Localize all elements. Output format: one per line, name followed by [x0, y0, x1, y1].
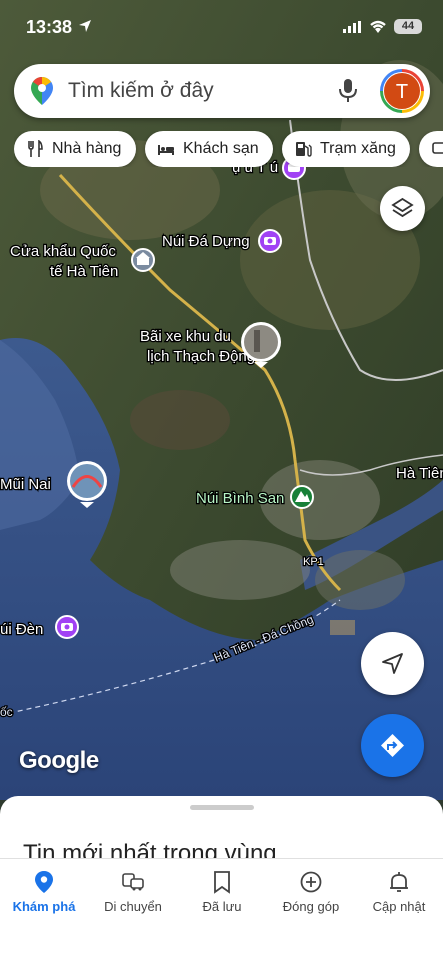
tab-label: Di chuyển — [104, 899, 162, 914]
park-marker-binh-san[interactable] — [290, 485, 314, 509]
search-bar[interactable]: Tìm kiếm ở đây T — [14, 64, 430, 118]
tab-commute[interactable]: Di chuyển — [89, 859, 177, 919]
status-bar: 13:38 44 — [0, 0, 443, 56]
my-location-button[interactable] — [361, 632, 424, 695]
tab-label: Đóng góp — [282, 899, 340, 914]
directions-button[interactable] — [361, 714, 424, 777]
map-label-bai-xe-2[interactable]: lịch Thạch Động — [146, 347, 257, 367]
map-label-cua-khau-1[interactable]: Cửa khẩu Quốc — [9, 242, 118, 262]
map-label-nui-binh-san[interactable]: Núi Bình San — [195, 489, 286, 509]
location-arrow-icon — [79, 20, 91, 32]
status-time: 13:38 — [26, 17, 73, 37]
hotel-icon — [158, 145, 174, 155]
account-avatar[interactable]: T — [380, 69, 424, 113]
chip-restaurants[interactable]: Nhà hàng — [14, 131, 136, 167]
cellular-signal-icon — [343, 21, 361, 33]
tab-explore[interactable]: Khám phá — [0, 859, 88, 919]
wifi-icon — [370, 20, 386, 33]
tab-label: Khám phá — [12, 899, 76, 914]
layers-button[interactable] — [380, 186, 425, 231]
tab-contribute[interactable]: Đóng góp — [267, 859, 355, 919]
map-label-cua-khau-2[interactable]: tế Hà Tiên — [49, 262, 120, 282]
chip-label: Khách sạn — [183, 140, 259, 157]
bottom-navigation: Khám phá Di chuyển Đã lưu Đóng góp Cập n… — [0, 858, 443, 960]
search-input[interactable]: Tìm kiếm ở đây — [68, 79, 214, 103]
gas-station-icon — [296, 142, 312, 157]
chip-more[interactable] — [419, 131, 443, 167]
explore-pin-icon — [35, 871, 53, 893]
add-circle-icon — [300, 871, 322, 893]
restaurant-icon — [28, 140, 43, 157]
bookmark-icon — [214, 871, 230, 894]
map-label-bai-xe-1[interactable]: Bãi xe khu du — [139, 327, 233, 347]
map-label-kp1: KP1 — [303, 556, 324, 568]
google-maps-pin-icon — [31, 77, 53, 105]
border-gate-marker[interactable] — [131, 248, 155, 272]
map-label-ferry-route: Hà Tiên - Đá Chồng — [212, 612, 316, 665]
map-label-nui-da-dung[interactable]: Núi Đá Dựng — [161, 232, 251, 252]
bell-icon — [390, 872, 408, 892]
sheet-drag-handle[interactable] — [190, 805, 254, 810]
google-logo: Google — [19, 747, 99, 774]
more-category-icon — [432, 142, 443, 154]
category-chips: Nhà hàng Khách sạn Trạm xăng — [14, 131, 443, 167]
photo-marker-da-dung[interactable] — [258, 229, 282, 253]
tab-label: Đã lưu — [202, 899, 242, 914]
chip-hotels[interactable]: Khách sạn — [145, 131, 273, 167]
tab-saved[interactable]: Đã lưu — [178, 859, 266, 919]
commute-icon — [122, 873, 144, 891]
map-label-ferry-left: ốc — [0, 705, 13, 719]
directions-icon — [381, 734, 404, 757]
avatar-letter: T — [383, 72, 421, 110]
map-label-mui-nai[interactable]: Mũi Nai — [0, 475, 52, 495]
tab-updates[interactable]: Cập nhật — [355, 859, 443, 919]
chip-label: Nhà hàng — [52, 140, 122, 157]
photo-thumbnail-marker-mui-nai[interactable] — [67, 461, 107, 508]
location-arrow-icon — [382, 653, 403, 674]
map-label-ha-tien[interactable]: Hà Tiên — [395, 464, 443, 484]
chip-label: Trạm xăng — [320, 140, 396, 157]
tab-label: Cập nhật — [372, 899, 426, 914]
layers-icon — [391, 197, 414, 218]
photo-marker-nui-den[interactable] — [55, 615, 79, 639]
map-label-nui-den[interactable]: úi Đèn — [0, 620, 45, 640]
battery-indicator: 44 — [394, 19, 422, 34]
chip-gas-stations[interactable]: Trạm xăng — [282, 131, 410, 167]
microphone-icon[interactable] — [337, 78, 359, 104]
